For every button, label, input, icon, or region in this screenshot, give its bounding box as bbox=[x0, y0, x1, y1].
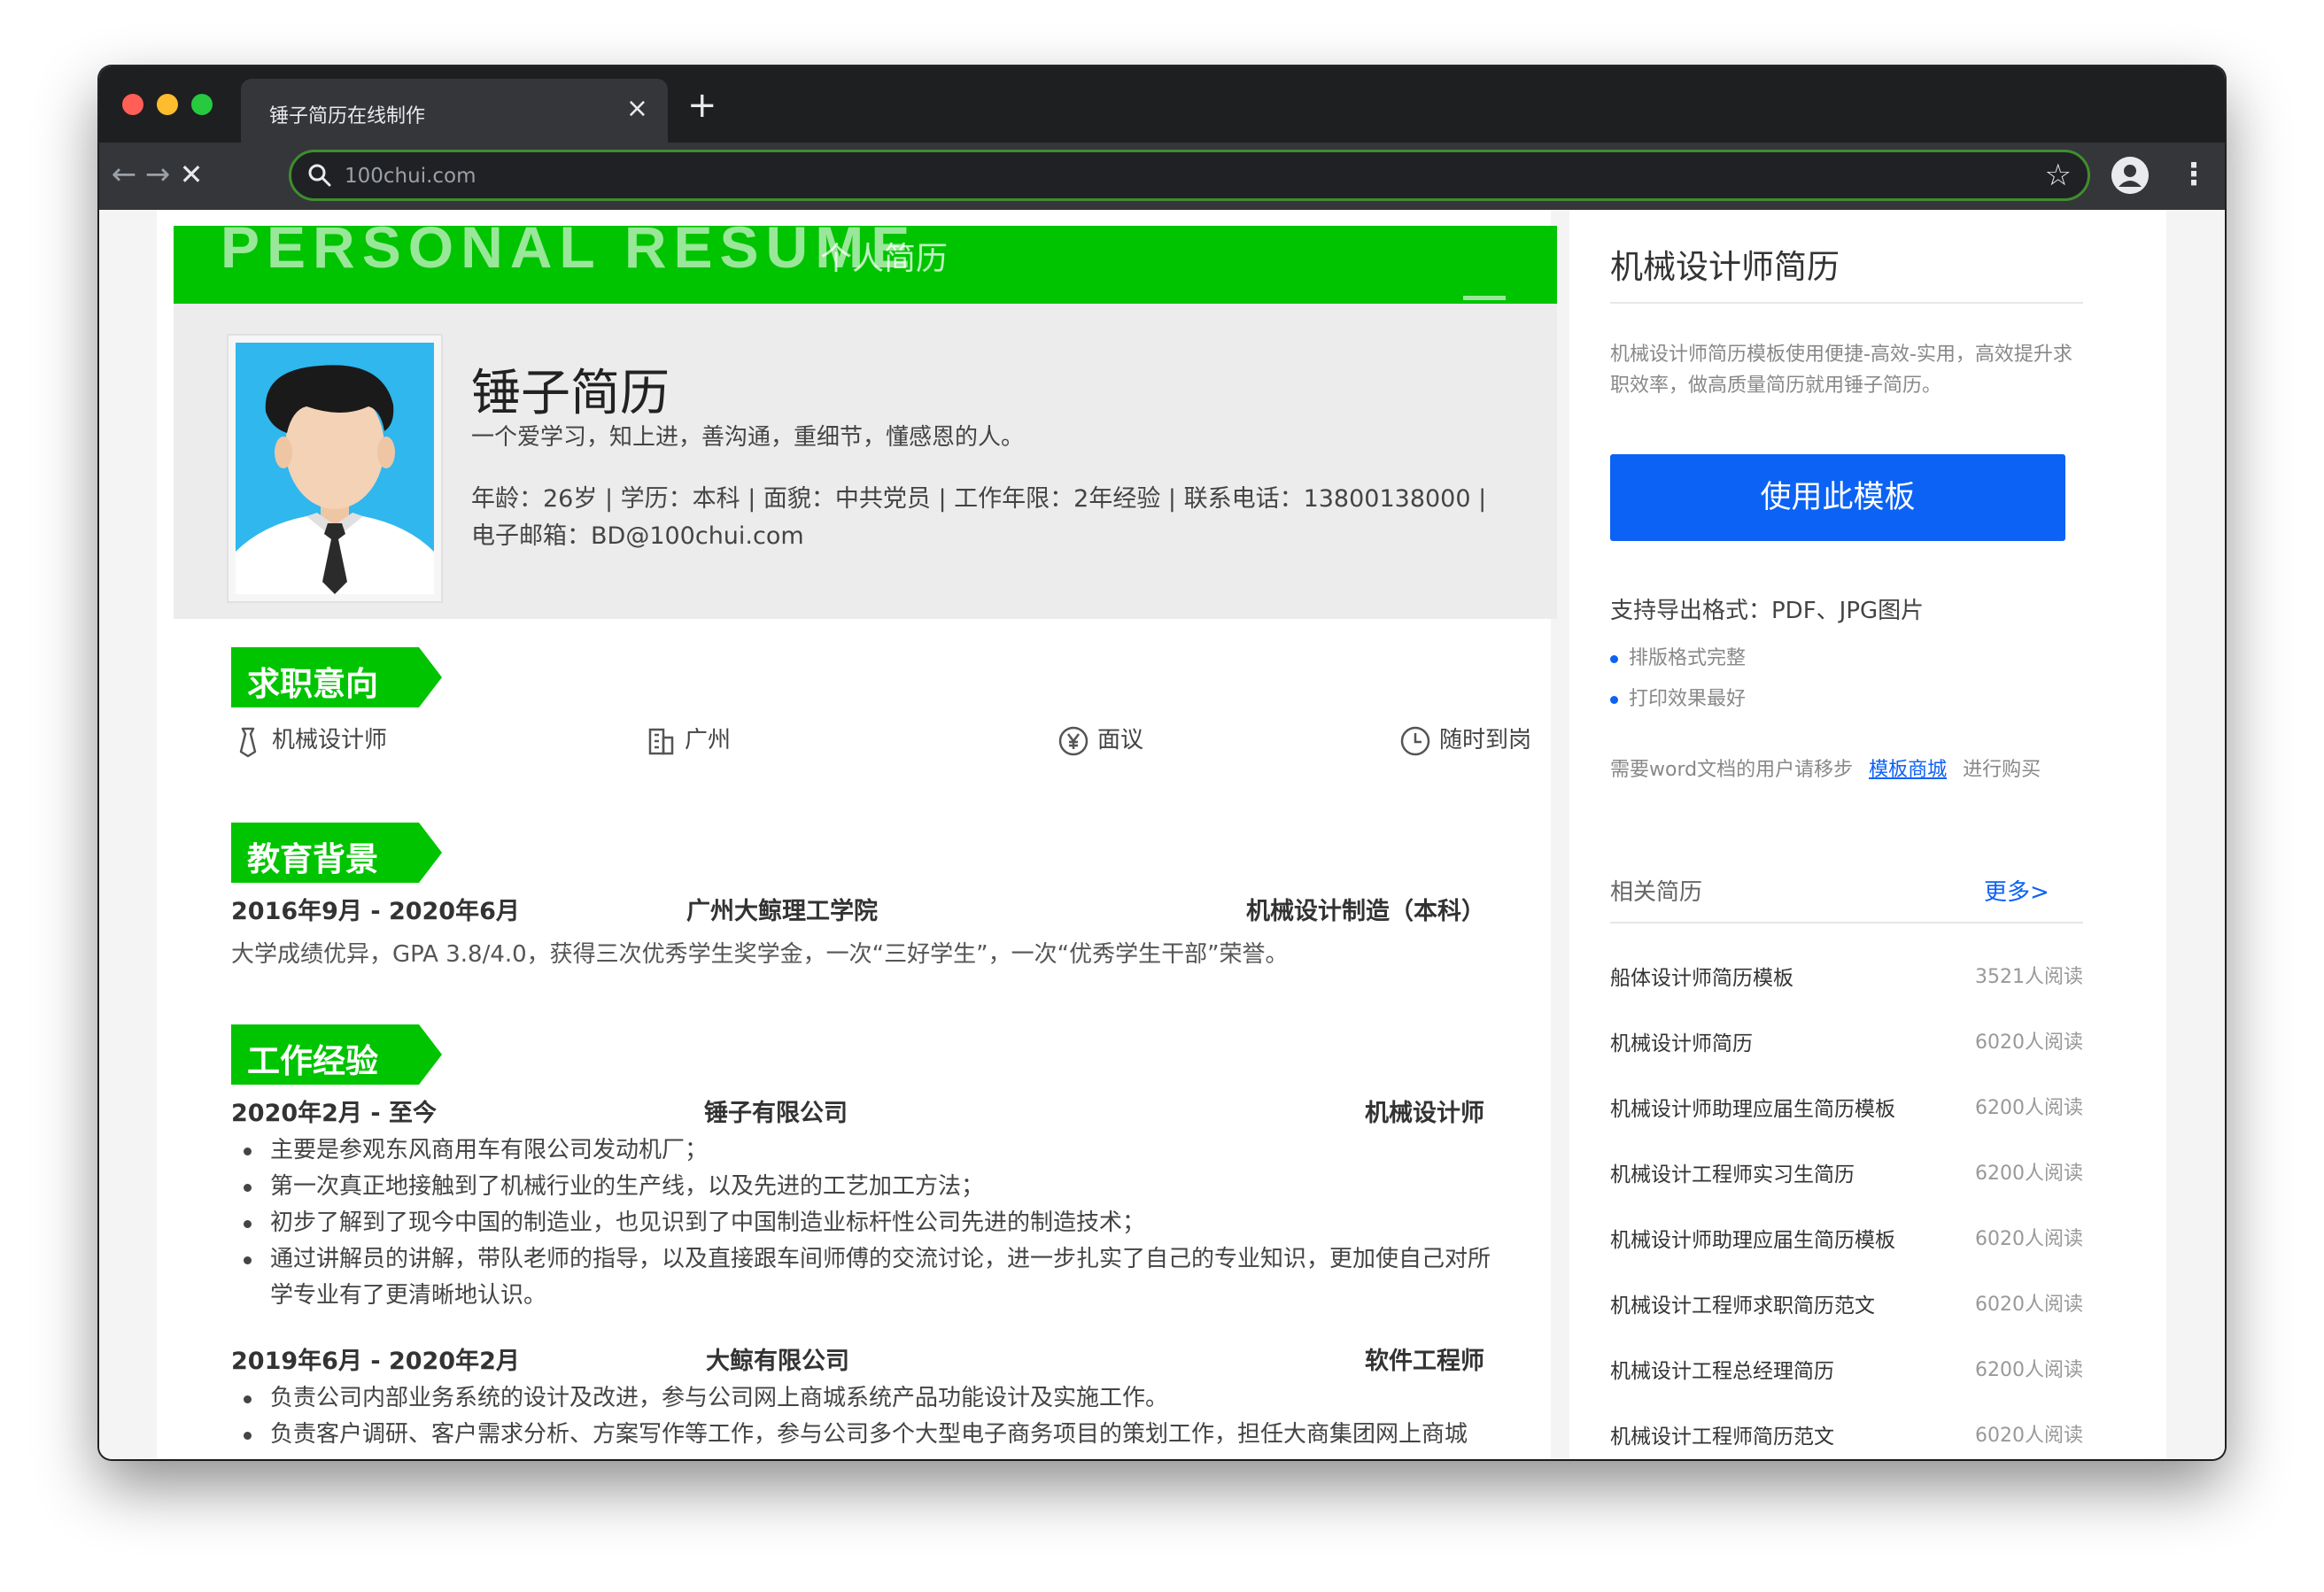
template-sidebar: 机械设计师简历 机械设计师简历模板使用便捷-高效-实用，高效提升求职效率，做高质… bbox=[1569, 210, 2166, 1459]
education-period: 2016年9月 - 2020年6月 bbox=[231, 898, 520, 925]
browser-tab[interactable]: 锤子简历在线制作 × bbox=[241, 79, 668, 143]
list-item: 主要是参观东风商用车有限公司发动机厂； bbox=[236, 1132, 1494, 1169]
word-note: 需要word文档的用户请移步 模板商城 进行购买 bbox=[1610, 759, 2041, 781]
education-major: 机械设计制造（本科） bbox=[1246, 898, 1485, 925]
browser-menu-icon[interactable]: ⋮ bbox=[2179, 155, 2209, 194]
intent-position: 机械设计师 bbox=[231, 722, 387, 758]
avatar bbox=[229, 336, 441, 601]
list-item: 负责公司内部业务系统的设计及改进，参与公司网上商城系统产品功能设计及实施工作。 bbox=[236, 1380, 1494, 1417]
related-title: 相关简历 bbox=[1610, 879, 1703, 906]
yuan-coin-icon bbox=[1058, 726, 1088, 755]
template-title: 机械设计师简历 bbox=[1610, 248, 1840, 286]
work-title: 软件工程师 bbox=[1365, 1348, 1484, 1375]
list-item: 通过讲解员的讲解，带队老师的指导，以及直接跟车间师傅的交流讨论，进一步扎实了自己… bbox=[236, 1241, 1494, 1314]
work-company: 锤子有限公司 bbox=[704, 1100, 848, 1127]
banner-title-cn: 个人简历 bbox=[820, 241, 949, 277]
work-bullets: 负责公司内部业务系统的设计及改进，参与公司网上商城系统产品功能设计及实施工作。 … bbox=[236, 1380, 1494, 1453]
work-company: 大鲸有限公司 bbox=[706, 1348, 849, 1375]
minimize-window-button[interactable] bbox=[157, 94, 178, 115]
profile-section: 锤子简历 一个爱学习，知上进，善沟通，重细节，懂感恩的人。 年龄：26岁 | 学… bbox=[174, 304, 1557, 619]
education-description: 大学成绩优异，GPA 3.8/4.0，获得三次优秀学生奖学金，一次“三好学生”，… bbox=[231, 941, 1289, 968]
work-period: 2019年6月 - 2020年2月 bbox=[231, 1348, 520, 1375]
address-bar[interactable]: 100chui.com ☆ bbox=[289, 150, 2090, 201]
candidate-email: 电子邮箱：BD@100chui.com bbox=[471, 522, 804, 550]
page-viewport[interactable]: PERSONAL RESUME 个人简历 锤子简历 一个爱学习，知上进，善沟通，… bbox=[99, 210, 2225, 1459]
search-icon bbox=[308, 164, 331, 187]
work-bullets: 主要是参观东风商用车有限公司发动机厂； 第一次真正地接触到了机械行业的生产线，以… bbox=[236, 1132, 1494, 1314]
section-title: 工作经验 bbox=[247, 1042, 378, 1080]
divider bbox=[1610, 922, 2083, 924]
maximize-window-button[interactable] bbox=[191, 94, 213, 115]
section-header-work: 工作经验 bbox=[231, 1024, 442, 1085]
clock-icon bbox=[1400, 726, 1430, 755]
close-window-button[interactable] bbox=[122, 94, 143, 115]
intent-city: 广州 bbox=[644, 722, 731, 758]
feature-item: 打印效果最好 bbox=[1610, 683, 1746, 711]
intent-salary: 面议 bbox=[1057, 722, 1143, 758]
url-text[interactable]: 100chui.com bbox=[345, 165, 476, 188]
use-template-button[interactable]: 使用此模板 bbox=[1610, 454, 2065, 541]
export-formats: 支持导出格式：PDF、JPG图片 bbox=[1610, 598, 1925, 624]
feature-item: 排版格式完整 bbox=[1610, 642, 1746, 670]
tie-icon bbox=[239, 727, 257, 757]
stop-loading-button[interactable]: ✕ bbox=[172, 155, 211, 194]
profile-avatar-icon[interactable] bbox=[2111, 157, 2149, 194]
template-store-link[interactable]: 模板商城 bbox=[1869, 759, 1947, 781]
section-title: 求职意向 bbox=[247, 665, 378, 703]
building-icon bbox=[648, 728, 674, 754]
divider bbox=[1610, 302, 2083, 304]
resume-preview: PERSONAL RESUME 个人简历 锤子简历 一个爱学习，知上进，善沟通，… bbox=[157, 210, 1557, 1459]
section-header-intent: 求职意向 bbox=[231, 647, 442, 707]
work-period: 2020年2月 - 至今 bbox=[231, 1100, 437, 1127]
candidate-basic-info: 年龄：26岁 | 学历：本科 | 面貌：中共党员 | 工作年限：2年经验 | 联… bbox=[471, 485, 1487, 513]
person-icon bbox=[2111, 157, 2149, 194]
banner-title-en: PERSONAL RESUME bbox=[221, 226, 918, 280]
section-header-education: 教育背景 bbox=[231, 823, 442, 883]
work-title: 机械设计师 bbox=[1365, 1100, 1484, 1127]
candidate-name: 锤子简历 bbox=[471, 365, 670, 422]
tab-title: 锤子简历在线制作 bbox=[269, 105, 426, 128]
resume-banner: PERSONAL RESUME 个人简历 bbox=[174, 226, 1557, 304]
browser-toolbar: ← → ✕ 100chui.com ☆ ⋮ bbox=[99, 143, 2225, 210]
tab-close-icon[interactable]: × bbox=[626, 93, 648, 125]
intent-availability: 随时到岗 bbox=[1398, 722, 1531, 758]
list-item: 初步了解到了现今中国的制造业，也见识到了中国制造业标杆性公司先进的制造技术； bbox=[236, 1205, 1494, 1241]
candidate-motto: 一个爱学习，知上进，善沟通，重细节，懂感恩的人。 bbox=[471, 424, 1025, 451]
new-tab-button[interactable]: + bbox=[687, 86, 717, 125]
list-item: 第一次真正地接触到了机械行业的生产线，以及先进的工艺加工方法； bbox=[236, 1169, 1494, 1205]
list-item: 负责客户调研、客户需求分析、方案写作等工作，参与公司多个大型电子商务项目的策划工… bbox=[236, 1417, 1494, 1453]
avatar-illustration-icon bbox=[236, 343, 434, 594]
tab-bar: 锤子简历在线制作 × + bbox=[99, 66, 2225, 143]
browser-window: 锤子简历在线制作 × + ← → ✕ 100chui.com ☆ ⋮ PERSO… bbox=[99, 66, 2225, 1459]
section-title: 教育背景 bbox=[247, 840, 378, 878]
more-link[interactable]: 更多> bbox=[1984, 874, 2049, 907]
education-school: 广州大鲸理工学院 bbox=[686, 898, 878, 925]
bookmark-star-icon[interactable]: ☆ bbox=[2045, 158, 2072, 193]
banner-decoration bbox=[1463, 296, 1506, 300]
template-description: 机械设计师简历模板使用便捷-高效-实用，高效提升求职效率，做高质量简历就用锤子简… bbox=[1610, 344, 2072, 397]
